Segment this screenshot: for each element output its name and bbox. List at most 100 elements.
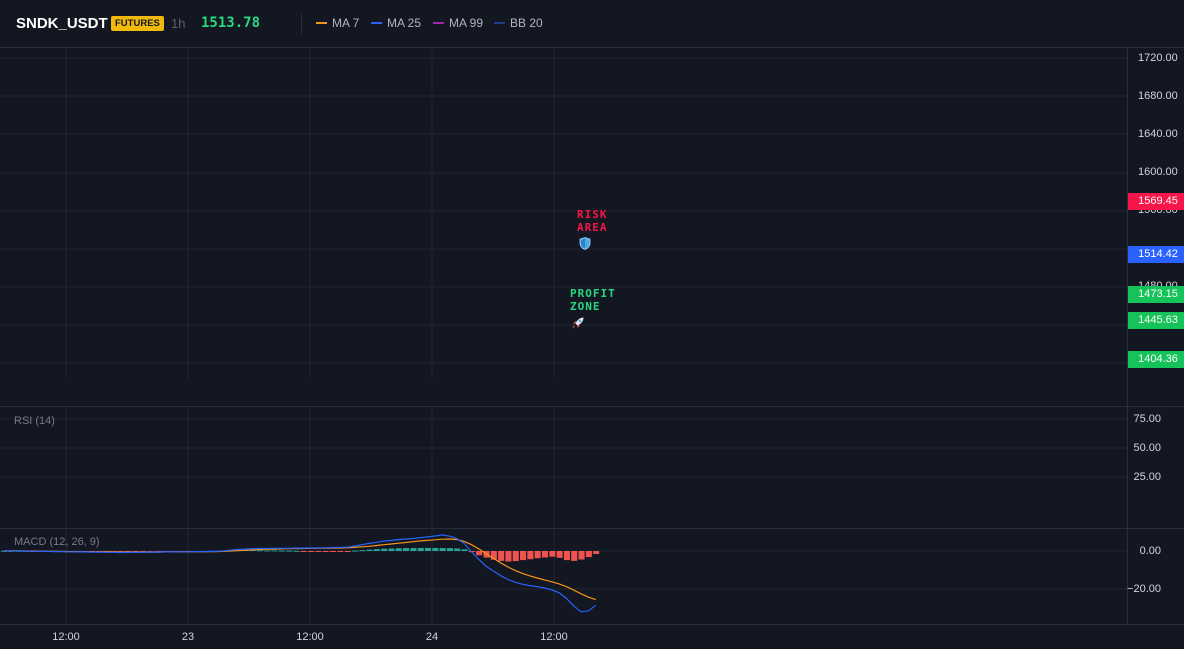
- macd-histogram-bar: [329, 551, 336, 552]
- macd-histogram-bar: [315, 551, 322, 552]
- rsi-tick: 50.00: [1133, 442, 1161, 454]
- macd-histogram-bar: [359, 550, 366, 552]
- macd-grid: [0, 529, 1127, 624]
- risk-price-tag: 1569.45: [1128, 193, 1184, 210]
- main-grid: [0, 49, 1127, 379]
- ma7-swatch: [316, 22, 327, 24]
- shield-icon: [579, 237, 591, 250]
- profit-line2: ZONE: [570, 300, 601, 313]
- macd-histogram-bar: [439, 548, 446, 551]
- time-label: 12:00: [52, 631, 80, 643]
- macd-histogram-bar: [395, 548, 402, 551]
- macd-histogram-bar: [264, 550, 271, 552]
- macd-histogram-bar: [578, 551, 585, 560]
- macd-histogram-bar: [308, 551, 315, 552]
- macd-histogram-bar: [403, 548, 410, 551]
- macd-histogram-bar: [563, 551, 570, 561]
- main-price-pane[interactable]: [0, 49, 1127, 379]
- price-tick: 1640.00: [1138, 128, 1178, 140]
- macd-histogram-bar: [425, 548, 432, 551]
- interval-selector[interactable]: 1h: [171, 16, 185, 31]
- time-label: 12:00: [296, 631, 324, 643]
- macd-histogram-bar: [366, 549, 373, 551]
- legend-ma7[interactable]: MA 7: [316, 16, 359, 30]
- price-tick: 1600.00: [1138, 166, 1178, 178]
- profit-zone-annotation: PROFIT ZONE: [570, 287, 616, 313]
- time-label: 24: [425, 631, 439, 643]
- macd-histogram-bar: [571, 551, 578, 561]
- macd-histogram-bar: [388, 548, 395, 551]
- macd-histogram-bar: [527, 551, 534, 560]
- macd-histogram-bar: [534, 551, 541, 559]
- macd-histogram-bar: [498, 551, 505, 561]
- macd-histogram-bar: [461, 549, 468, 551]
- macd-histogram-bar: [520, 551, 527, 561]
- price-axis-divider: [1127, 48, 1128, 624]
- legend-ma99-label: MA 99: [449, 16, 484, 30]
- last-price: 1513.78: [201, 15, 261, 31]
- target-price-tag-3: 1404.36: [1128, 351, 1184, 368]
- bb20-swatch: [494, 22, 505, 24]
- ma25-swatch: [371, 22, 382, 24]
- macd-histogram-bar: [432, 548, 439, 551]
- time-label: 12:00: [540, 631, 568, 643]
- price-tick: 1680.00: [1138, 90, 1178, 102]
- macd-histogram-bar: [337, 551, 344, 552]
- profit-line1: PROFIT: [570, 287, 616, 300]
- legend-bb20[interactable]: BB 20: [494, 16, 543, 30]
- macd-histogram-bar: [256, 550, 263, 552]
- risk-area-annotation: RISK AREA: [577, 208, 608, 234]
- macd-histogram-bar: [454, 548, 461, 551]
- legend-ma25[interactable]: MA 25: [371, 16, 421, 30]
- macd-histogram-bar: [351, 550, 358, 552]
- risk-line1: RISK: [577, 208, 608, 221]
- macd-histogram-bar: [585, 551, 592, 558]
- symbol-name[interactable]: SNDK_USDT: [16, 15, 108, 32]
- macd-histogram-bar: [556, 551, 563, 558]
- target-price-tag-2: 1445.63: [1128, 312, 1184, 329]
- time-label: 23: [181, 631, 195, 643]
- rocket-icon: [572, 317, 584, 329]
- ma99-swatch: [433, 22, 444, 24]
- macd-title: MACD (12, 26, 9): [14, 536, 100, 548]
- macd-histogram-bar: [512, 551, 519, 562]
- macd-tick: 0.00: [1139, 545, 1161, 557]
- macd-histogram-bar: [446, 548, 453, 551]
- chart-header: SNDK_USDT FUTURES 1h 1513.78 MA 7 MA 25 …: [0, 0, 1184, 48]
- macd-histogram-bar: [271, 550, 278, 552]
- risk-line2: AREA: [577, 221, 608, 234]
- macd-histogram-bar: [549, 551, 556, 557]
- legend-bb20-label: BB 20: [510, 16, 543, 30]
- price-tick: 1720.00: [1138, 52, 1178, 64]
- macd-histogram-bar: [541, 551, 548, 558]
- legend-ma7-label: MA 7: [332, 16, 360, 30]
- target-price-tag-1: 1473.15: [1128, 286, 1184, 303]
- macd-histogram-bar: [505, 551, 512, 562]
- time-axis-border: [0, 624, 1184, 625]
- market-badge: FUTURES: [111, 16, 164, 31]
- macd-histogram: [1, 548, 600, 562]
- macd-histogram-bar: [286, 550, 293, 552]
- macd-histogram-bar: [381, 548, 388, 551]
- macd-histogram-bar: [322, 551, 329, 552]
- macd-histogram-bar: [300, 551, 307, 552]
- macd-tick: −20.00: [1127, 583, 1161, 595]
- macd-histogram-bar: [417, 548, 424, 551]
- rsi-pane[interactable]: [0, 407, 1127, 528]
- legend-ma25-label: MA 25: [387, 16, 422, 30]
- rsi-tick: 75.00: [1133, 413, 1161, 425]
- header-divider: [301, 14, 302, 34]
- rsi-tick: 25.00: [1133, 471, 1161, 483]
- macd-histogram-bar: [410, 548, 417, 551]
- legend-ma99[interactable]: MA 99: [433, 16, 483, 30]
- macd-pane[interactable]: [0, 529, 1127, 624]
- macd-histogram-bar: [344, 551, 351, 552]
- macd-histogram-bar: [293, 550, 300, 552]
- macd-histogram-bar: [593, 551, 600, 554]
- current-price-tag: 1514.42: [1128, 246, 1184, 263]
- macd-histogram-bar: [278, 550, 285, 552]
- rsi-grid: [0, 407, 1127, 528]
- macd-histogram-bar: [476, 551, 483, 556]
- rsi-title: RSI (14): [14, 415, 55, 427]
- macd-histogram-bar: [373, 549, 380, 551]
